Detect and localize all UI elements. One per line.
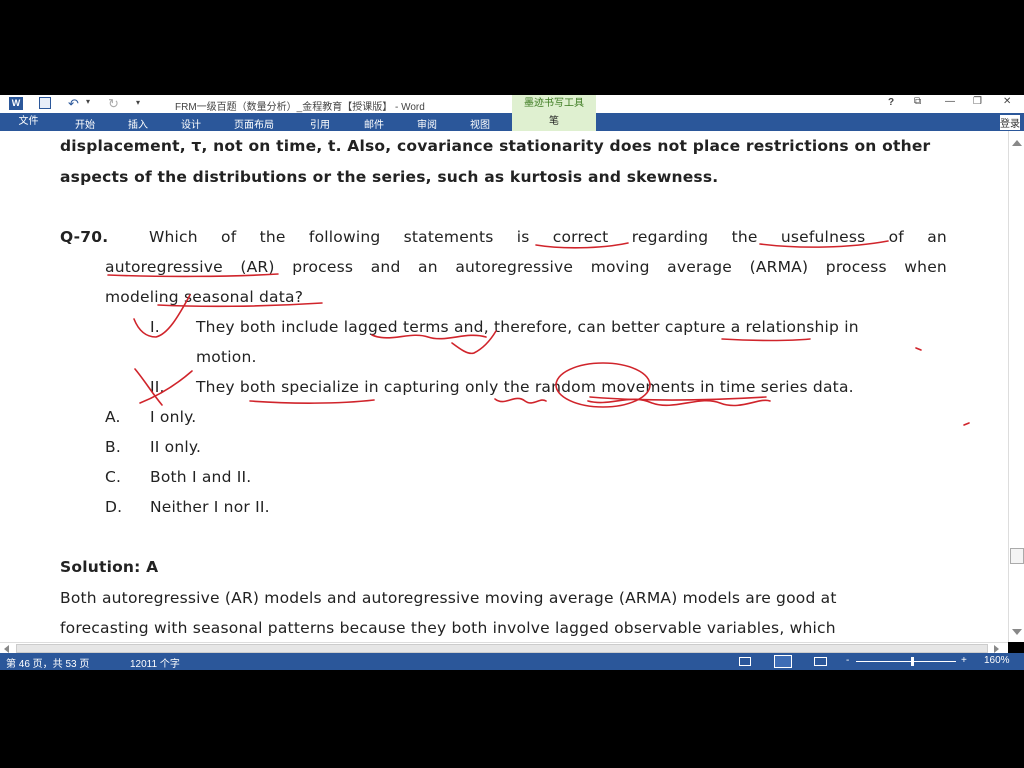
option-letter: D. [105, 498, 123, 516]
q-word: an [927, 228, 947, 246]
statement-number: I. [150, 318, 160, 336]
option-text: Neither I nor II. [150, 498, 270, 516]
body-text-line: aspects of the distributions or the seri… [60, 168, 719, 186]
q-word: the [259, 228, 286, 246]
ink-stroke-random-movements [589, 396, 767, 401]
option-text: I only. [150, 408, 197, 426]
statement-number: II. [150, 378, 165, 396]
statement-text: motion. [196, 348, 257, 366]
q-word: and [370, 258, 401, 276]
ink-x-mark-b [139, 370, 193, 404]
tab-view[interactable]: 视图 [470, 116, 490, 131]
tab-review[interactable]: 审阅 [417, 116, 437, 131]
ink-wavy-only [494, 397, 547, 404]
tab-pens[interactable]: 笔 [512, 113, 596, 131]
ink-underline-capture-a [721, 338, 811, 342]
tab-layout[interactable]: 页面布局 [234, 116, 274, 131]
minimize-button[interactable]: — [945, 96, 955, 107]
zoom-in-button[interactable]: + [961, 655, 967, 666]
option-text: II only. [150, 438, 202, 456]
solution-text-line: forecasting with seasonal patterns becau… [60, 619, 836, 637]
page-count[interactable]: 第 46 页，共 53 页 [6, 655, 89, 670]
q-word: of [221, 228, 237, 246]
q-word: autoregressive [105, 258, 223, 276]
option-letter: A. [105, 408, 121, 426]
zoom-level[interactable]: 160% [984, 655, 1010, 666]
q-word: is [516, 228, 530, 246]
q-word: of [888, 228, 904, 246]
word-app-icon[interactable]: W [9, 97, 23, 110]
statement-text: They both include lagged terms and, ther… [196, 318, 859, 336]
q-word: an [418, 258, 438, 276]
q-word: correct [552, 228, 609, 246]
ribbon-display-options-icon[interactable]: ⧉ [914, 96, 921, 107]
q-word: usefulness [780, 228, 866, 246]
q-word: process [825, 258, 887, 276]
question-text-line-2: autoregressive (AR) process and an autor… [105, 258, 947, 276]
q-word: autoregressive [455, 258, 574, 276]
help-icon[interactable]: ? [888, 97, 894, 108]
customize-qat-icon[interactable]: ▾ [136, 98, 140, 107]
redo-icon[interactable]: ↻ [108, 96, 119, 112]
scroll-down-arrow-icon[interactable] [1012, 629, 1022, 635]
save-icon[interactable] [39, 97, 51, 109]
window-title: FRM一级百题（数量分析）_金程教育【授课版】 - Word [175, 102, 425, 113]
ink-wavy-random-movements [587, 398, 771, 407]
q-word: statements [403, 228, 494, 246]
word-count[interactable]: 12011 个字 [130, 655, 180, 670]
zoom-slider-thumb[interactable] [911, 657, 914, 666]
scroll-thumb[interactable] [1010, 548, 1024, 564]
scroll-up-arrow-icon[interactable] [1012, 140, 1022, 146]
q-word: process [292, 258, 354, 276]
solution-heading: Solution: A [60, 558, 159, 576]
ink-dot [915, 347, 922, 351]
question-text-line-3: modeling seasonal data? [105, 288, 304, 306]
web-layout-icon[interactable] [814, 657, 827, 666]
solution-text-line: Both autoregressive (AR) models and auto… [60, 589, 837, 607]
status-bar: 第 46 页，共 53 页 12011 个字 - + 160% [0, 653, 1024, 670]
statement-text: They both specialize in capturing only t… [196, 378, 854, 396]
scroll-right-arrow-icon[interactable] [994, 645, 999, 653]
undo-dropdown-icon[interactable]: ▾ [86, 97, 90, 106]
tab-insert[interactable]: 插入 [128, 116, 148, 131]
question-number: Q-70. [60, 228, 109, 246]
vertical-scrollbar[interactable] [1008, 131, 1024, 642]
hscroll-thumb[interactable] [16, 644, 988, 653]
tab-home[interactable]: 开始 [75, 116, 95, 131]
scroll-left-arrow-icon[interactable] [4, 645, 9, 653]
body-text-line: displacement, τ, not on time, t. Also, c… [60, 137, 931, 155]
ink-tools-context-label: 墨迹书写工具 [512, 95, 596, 113]
maximize-button[interactable]: ❐ [973, 96, 982, 107]
sign-in-link[interactable]: 登录 [1000, 115, 1020, 130]
q-word: (AR) [240, 258, 275, 276]
ink-dot [963, 422, 970, 426]
tab-design[interactable]: 设计 [181, 116, 201, 131]
option-text: Both I and II. [150, 468, 252, 486]
q-word: regarding [631, 228, 709, 246]
print-layout-icon[interactable] [774, 655, 792, 668]
q-word: Which [149, 228, 198, 246]
tab-references[interactable]: 引用 [310, 116, 330, 131]
zoom-slider[interactable] [856, 661, 956, 662]
q-word: (ARMA) [749, 258, 809, 276]
document-page[interactable]: displacement, τ, not on time, t. Also, c… [0, 131, 1008, 642]
q-word: when [904, 258, 947, 276]
close-button[interactable]: ✕ [1003, 96, 1011, 107]
read-mode-icon[interactable] [739, 657, 751, 666]
q-word: following [308, 228, 381, 246]
ink-underline-both-specialize [249, 399, 375, 404]
undo-icon[interactable]: ↶ [68, 96, 79, 112]
tab-file[interactable]: 文件 [0, 113, 57, 131]
q-word: average [667, 258, 733, 276]
tab-mailings[interactable]: 邮件 [364, 116, 384, 131]
option-letter: B. [105, 438, 121, 456]
q-word: the [731, 228, 758, 246]
question-text-line-1: Which of the following statements is cor… [149, 228, 947, 246]
q-word: moving [590, 258, 650, 276]
option-letter: C. [105, 468, 122, 486]
zoom-out-button[interactable]: - [846, 655, 849, 666]
